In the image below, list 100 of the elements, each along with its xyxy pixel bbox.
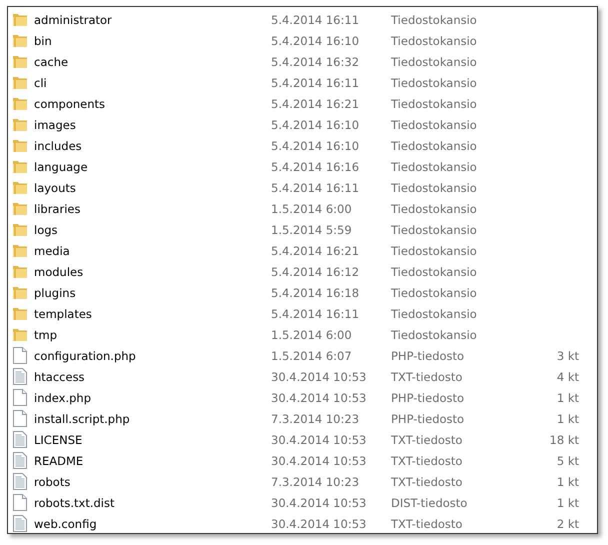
file-type: Tiedostokansio (391, 222, 478, 236)
folder-icon (12, 159, 28, 174)
file-type: Tiedostokansio (391, 306, 478, 320)
file-name[interactable]: install.script.php (34, 412, 271, 426)
modified-date: 5.4.2014 16:21 (271, 96, 360, 110)
file-type: Tiedostokansio (391, 160, 478, 174)
file-type: TXT-tiedosto (391, 516, 464, 530)
modified-date: 5.4.2014 16:10 (271, 34, 360, 48)
file-name[interactable]: logs (34, 222, 271, 236)
file-type: Tiedostokansio (391, 138, 478, 152)
file-name[interactable]: templates (34, 306, 271, 320)
modified-date: 5.4.2014 16:11 (271, 306, 360, 320)
file-type: PHP-tiedosto (391, 348, 466, 362)
text-file-icon (12, 368, 28, 385)
file-type: PHP-tiedosto (391, 412, 466, 426)
file-name[interactable]: plugins (34, 286, 271, 300)
modified-date: 1.5.2014 6:00 (271, 328, 353, 342)
folder-icon (12, 306, 28, 321)
file-name[interactable]: tmp (34, 328, 271, 342)
modified-date: 5.4.2014 16:10 (271, 138, 360, 152)
folder-icon (12, 12, 28, 27)
folder-icon (12, 33, 28, 48)
file-name[interactable]: cli (34, 76, 271, 90)
file-icon (12, 389, 28, 406)
modified-date: 30.4.2014 10:53 (271, 370, 368, 384)
file-icon (12, 410, 28, 427)
file-icon (12, 494, 28, 511)
file-name[interactable]: configuration.php (34, 348, 271, 362)
folder-icon (12, 96, 28, 111)
modified-date: 30.4.2014 10:53 (271, 496, 368, 510)
file-name[interactable]: web.config (34, 516, 271, 530)
text-file-icon (12, 431, 28, 448)
file-type: Tiedostokansio (391, 96, 478, 110)
file-name[interactable]: robots.txt.dist (34, 496, 271, 510)
file-size: 5 kt (556, 454, 579, 468)
modified-date: 5.4.2014 16:21 (271, 244, 360, 258)
file-type: TXT-tiedosto (391, 370, 464, 384)
file-type: Tiedostokansio (391, 76, 478, 90)
file-type: Tiedostokansio (391, 328, 478, 342)
file-name[interactable]: layouts (34, 180, 271, 194)
folder-icon (12, 285, 28, 300)
modified-date: 5.4.2014 16:32 (271, 54, 360, 68)
file-name[interactable]: modules (34, 264, 271, 278)
file-size: 1 kt (556, 390, 579, 404)
folder-icon (12, 243, 28, 258)
modified-date: 5.4.2014 16:16 (271, 160, 360, 174)
file-size: 3 kt (556, 348, 579, 362)
file-name[interactable]: administrator (34, 12, 271, 26)
modified-date: 5.4.2014 16:10 (271, 118, 360, 132)
file-type: Tiedostokansio (391, 264, 478, 278)
file-type: Tiedostokansio (391, 286, 478, 300)
folder-icon (12, 327, 28, 342)
file-size: 2 kt (556, 516, 579, 530)
file-size: 1 kt (556, 412, 579, 426)
modified-date: 5.4.2014 16:12 (271, 264, 360, 278)
file-type: Tiedostokansio (391, 244, 478, 258)
file-size: 4 kt (556, 370, 579, 384)
folder-icon (12, 201, 28, 216)
modified-date: 5.4.2014 16:11 (271, 76, 360, 90)
folder-icon (12, 138, 28, 153)
file-name[interactable]: htaccess (34, 370, 271, 384)
file-name[interactable]: components (34, 96, 271, 110)
folder-icon (12, 222, 28, 237)
modified-date: 5.4.2014 16:11 (271, 180, 360, 194)
file-name[interactable]: cache (34, 54, 271, 68)
file-icon (12, 347, 28, 364)
file-name[interactable]: index.php (34, 390, 271, 404)
file-name[interactable]: language (34, 160, 271, 174)
modified-date: 5.4.2014 16:11 (271, 12, 360, 26)
file-name[interactable]: robots (34, 474, 271, 488)
file-type: TXT-tiedosto (391, 432, 464, 446)
file-type: TXT-tiedosto (391, 474, 464, 488)
modified-date: 30.4.2014 10:53 (271, 432, 368, 446)
modified-date: 1.5.2014 6:00 (271, 202, 353, 216)
file-type: TXT-tiedosto (391, 454, 464, 468)
file-type: PHP-tiedosto (391, 390, 466, 404)
file-type: Tiedostokansio (391, 118, 478, 132)
file-size: 18 kt (550, 432, 579, 446)
file-size: 1 kt (556, 496, 579, 510)
file-name[interactable]: media (34, 244, 271, 258)
file-name[interactable]: images (34, 118, 271, 132)
text-file-icon (12, 452, 28, 469)
file-type: Tiedostokansio (391, 202, 478, 216)
file-name[interactable]: LICENSE (34, 432, 271, 446)
folder-icon (12, 75, 28, 90)
file-name[interactable]: bin (34, 34, 271, 48)
file-name[interactable]: README (34, 454, 271, 468)
file-type: Tiedostokansio (391, 54, 478, 68)
folder-icon (12, 264, 28, 279)
folder-icon (12, 54, 28, 69)
file-name[interactable]: includes (34, 138, 271, 152)
folder-icon (12, 117, 28, 132)
file-size: 1 kt (556, 474, 579, 488)
modified-date: 1.5.2014 5:59 (271, 222, 353, 236)
modified-date: 7.3.2014 10:23 (271, 412, 360, 426)
folder-icon (12, 180, 28, 195)
modified-date: 1.5.2014 6:07 (271, 348, 353, 362)
file-type: Tiedostokansio (391, 12, 478, 26)
file-name[interactable]: libraries (34, 202, 271, 216)
file-type: Tiedostokansio (391, 180, 478, 194)
